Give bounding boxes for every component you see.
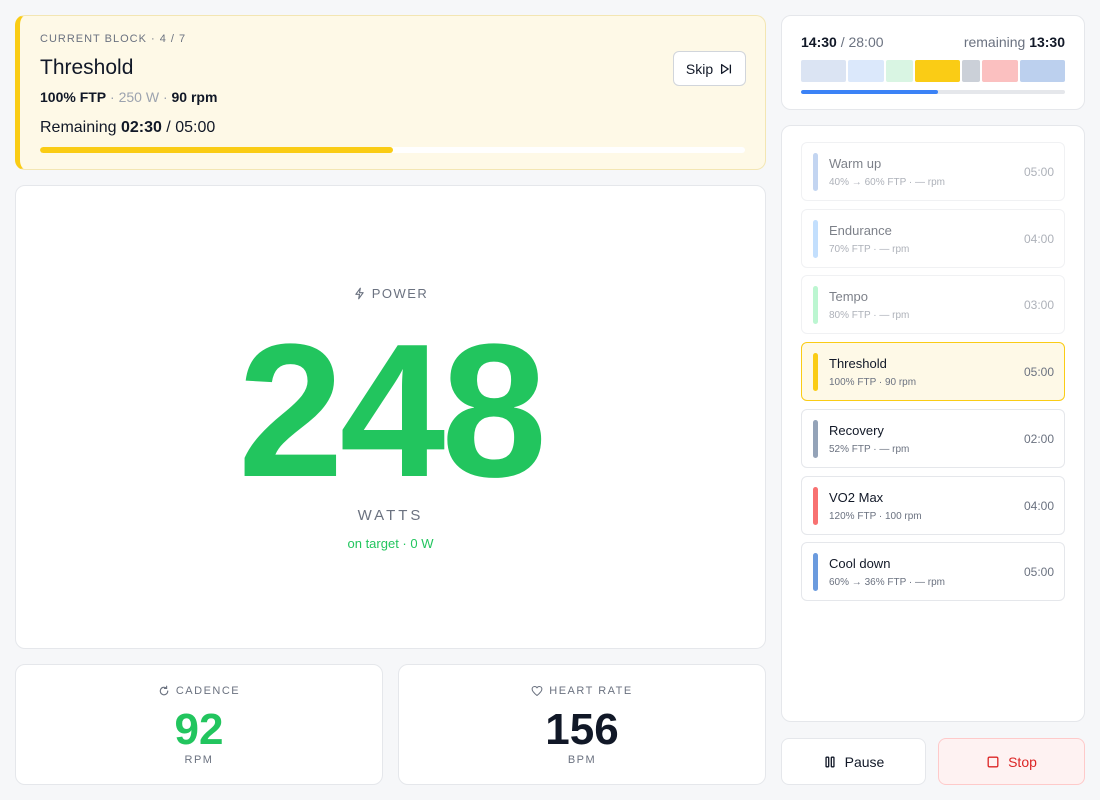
- block-targets: 120% FTP · 100 rpm: [829, 511, 922, 522]
- timeline-segment: [982, 60, 1018, 82]
- timeline-segment: [915, 60, 960, 82]
- block-color-stripe: [813, 353, 818, 391]
- heart-rate-label: HEART RATE: [549, 685, 633, 697]
- skip-button[interactable]: Skip: [673, 51, 746, 86]
- heart-rate-header: HEART RATE: [399, 685, 765, 697]
- current-block-card: CURRENT BLOCK · 4 / 7 Threshold 100% FTP…: [15, 15, 766, 170]
- separator: ·: [106, 89, 119, 105]
- block-list-item[interactable]: Warm up 40% → 60% FTP · — rpm 05:00: [801, 142, 1065, 201]
- workout-progress-fill: [801, 90, 938, 94]
- cadence-unit: RPM: [184, 754, 214, 766]
- heart-rate-value: 156: [545, 705, 619, 754]
- block-list-item[interactable]: Threshold 100% FTP · 90 rpm 05:00: [801, 342, 1065, 401]
- block-color-stripe: [813, 153, 818, 191]
- timeline-segments: [801, 60, 1065, 82]
- block-name: Threshold: [829, 356, 887, 371]
- current-block-progress-bar: [40, 147, 745, 153]
- block-name: VO2 Max: [829, 490, 884, 505]
- power-unit: WATTS: [357, 507, 424, 524]
- lightning-icon: [354, 287, 364, 300]
- workout-remaining-value: 13:30: [1029, 34, 1065, 50]
- elapsed-time: 14:30 / 28:00: [801, 34, 884, 50]
- block-name: Cool down: [829, 556, 891, 571]
- current-block-eyebrow: CURRENT BLOCK · 4 / 7: [40, 33, 187, 45]
- block-color-stripe: [813, 553, 818, 591]
- block-list-item[interactable]: Recovery 52% FTP · — rpm 02:00: [801, 409, 1065, 468]
- cadence-card: CADENCE 92 RPM: [15, 664, 383, 785]
- block-targets: 80% FTP · — rpm: [829, 310, 910, 321]
- target-rpm: 90 rpm: [171, 89, 218, 105]
- separator: ·: [159, 89, 172, 105]
- block-targets: 52% FTP · — rpm: [829, 444, 910, 455]
- workout-remaining: remaining 13:30: [964, 34, 1065, 50]
- block-targets: 100% FTP · 90 rpm: [829, 377, 917, 388]
- block-color-stripe: [813, 420, 818, 458]
- power-card: POWER 248 WATTS on target · 0 W: [15, 185, 766, 649]
- power-header: POWER: [16, 286, 765, 301]
- skip-label: Skip: [685, 60, 714, 77]
- workout-progress-bar: [801, 90, 1065, 94]
- block-duration: 02:00: [1023, 432, 1054, 446]
- heart-rate-card: HEART RATE 156 BPM: [398, 664, 766, 785]
- block-name: Warm up: [829, 156, 882, 171]
- block-targets: 40% → 60% FTP · — rpm: [829, 177, 945, 188]
- stop-label: Stop: [1008, 753, 1037, 770]
- cadence-label: CADENCE: [175, 685, 241, 697]
- heart-icon: [531, 685, 543, 697]
- block-list-item[interactable]: Cool down 60% → 36% FTP · — rpm 05:00: [801, 542, 1065, 601]
- block-color-stripe: [813, 286, 818, 324]
- timeline-segment: [1020, 60, 1065, 82]
- target-ftp: 100% FTP: [40, 89, 107, 105]
- remaining-label: Remaining: [40, 119, 117, 136]
- heart-rate-unit: BPM: [567, 754, 597, 766]
- block-name: Tempo: [829, 289, 869, 304]
- current-block-targets: 100% FTP · 250 W · 90 rpm: [40, 89, 217, 105]
- block-color-stripe: [813, 487, 818, 525]
- timeline-segment: [886, 60, 913, 82]
- block-duration: 05:00: [1023, 365, 1054, 379]
- workout-timeline-card: 14:30 / 28:00 remaining 13:30: [781, 15, 1085, 110]
- timeline-segment: [962, 60, 980, 82]
- remaining-time: 02:30: [120, 119, 162, 136]
- timeline-segment: [848, 60, 884, 82]
- block-targets: 70% FTP · — rpm: [829, 244, 910, 255]
- block-list-item[interactable]: VO2 Max 120% FTP · 100 rpm 04:00: [801, 476, 1065, 535]
- power-value: 248: [237, 305, 547, 517]
- elapsed-value: 14:30: [801, 34, 837, 50]
- timeline-segment: [801, 60, 846, 82]
- current-block-title: Threshold: [40, 56, 134, 79]
- block-duration: 04:00: [1023, 232, 1054, 246]
- block-list-item[interactable]: Tempo 80% FTP · — rpm 03:00: [801, 275, 1065, 334]
- pause-icon: [825, 756, 835, 767]
- cadence-value: 92: [174, 705, 224, 754]
- power-label: POWER: [371, 286, 429, 301]
- block-list-item[interactable]: Endurance 70% FTP · — rpm 04:00: [801, 209, 1065, 268]
- pause-button[interactable]: Pause: [781, 738, 926, 785]
- pause-label: Pause: [844, 753, 885, 770]
- current-block-remaining: Remaining 02:30 / 05:00: [40, 119, 216, 136]
- block-duration: 03:00: [1023, 298, 1054, 312]
- stop-button[interactable]: Stop: [938, 738, 1085, 785]
- block-duration: 05:00: [175, 119, 216, 136]
- skip-forward-icon: [721, 63, 732, 74]
- block-duration: 05:00: [1023, 165, 1054, 179]
- block-list: Warm up 40% → 60% FTP · — rpm 05:00 Enduran…: [781, 125, 1085, 722]
- current-block-progress-fill: [40, 147, 393, 153]
- block-name: Endurance: [829, 223, 892, 238]
- block-name: Recovery: [829, 423, 884, 438]
- stop-icon: [987, 756, 999, 767]
- block-color-stripe: [813, 220, 818, 258]
- total-duration: 28:00: [848, 34, 884, 50]
- block-duration: 04:00: [1023, 499, 1054, 513]
- block-targets: 60% → 36% FTP · — rpm: [829, 577, 945, 588]
- block-duration: 05:00: [1023, 565, 1054, 579]
- cadence-header: CADENCE: [16, 685, 382, 697]
- refresh-icon: [159, 685, 169, 696]
- target-watts: 250 W: [118, 89, 160, 105]
- power-target-status: on target · 0 W: [347, 536, 434, 551]
- workout-remaining-label: remaining: [963, 34, 1026, 50]
